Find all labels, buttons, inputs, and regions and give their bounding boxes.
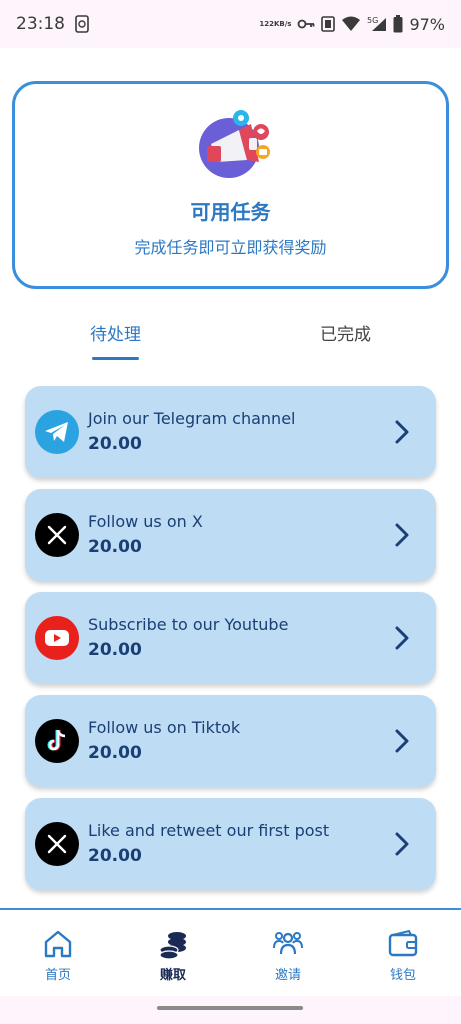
bottom-navigation: 首页 赚取 邀请 钱包 <box>0 908 461 996</box>
svg-text:5G: 5G <box>367 16 378 25</box>
youtube-icon <box>35 616 79 660</box>
nav-label: 邀请 <box>274 968 301 983</box>
battery-percent: 97% <box>409 14 445 34</box>
x-icon <box>35 513 79 557</box>
x-icon <box>35 822 79 866</box>
status-bar: 23:18 122 KB/s 5G 97% <box>0 0 461 48</box>
gesture-area <box>0 996 461 1024</box>
task-reward: 20.00 <box>88 846 142 866</box>
card-subtitle: 完成任务即可立即获得奖励 <box>134 238 327 257</box>
home-gesture-bar[interactable] <box>157 1006 303 1010</box>
coins-icon <box>159 932 186 960</box>
task-title: Follow us on X <box>88 512 203 531</box>
nav-label: 赚取 <box>159 968 186 983</box>
wifi-icon <box>341 16 361 32</box>
users-icon <box>273 932 303 955</box>
chevron-right-icon <box>395 523 409 547</box>
task-title: Follow us on Tiktok <box>88 718 241 737</box>
tab-pending[interactable]: 待处理 <box>90 320 141 345</box>
task-reward: 20.00 <box>88 743 142 763</box>
megaphone-icon <box>193 104 273 184</box>
phone-sync-icon <box>75 15 89 33</box>
nav-label: 钱包 <box>389 968 416 983</box>
task-title: Subscribe to our Youtube <box>88 615 289 634</box>
home-icon <box>44 930 72 958</box>
task-item-tiktok[interactable]: Follow us on Tiktok 20.00 <box>25 695 436 787</box>
tab-completed[interactable]: 已完成 <box>320 320 371 345</box>
task-item-x-follow[interactable]: Follow us on X 20.00 <box>25 489 436 581</box>
available-tasks-card: 可用任务 完成任务即可立即获得奖励 <box>12 81 449 289</box>
nav-earn[interactable]: 赚取 <box>133 928 213 983</box>
task-title: Join our Telegram channel <box>88 409 296 428</box>
battery-icon <box>393 15 403 33</box>
task-reward: 20.00 <box>88 434 142 454</box>
task-item-x-retweet[interactable]: Like and retweet our first post 20.00 <box>25 798 436 890</box>
chevron-right-icon <box>395 832 409 856</box>
task-title: Like and retweet our first post <box>88 821 330 840</box>
chevron-right-icon <box>395 626 409 650</box>
net-speed: 122 KB/s <box>259 20 292 28</box>
cellular-signal-icon: 5G <box>367 16 387 32</box>
task-item-telegram[interactable]: Join our Telegram channel 20.00 <box>25 386 436 478</box>
task-reward: 20.00 <box>88 640 142 660</box>
vpn-key-icon <box>297 18 315 30</box>
telegram-icon <box>35 410 79 454</box>
nfc-icon <box>321 16 336 32</box>
task-item-youtube[interactable]: Subscribe to our Youtube 20.00 <box>25 592 436 684</box>
tab-active-indicator <box>92 357 139 360</box>
wallet-icon <box>388 929 418 957</box>
nav-home[interactable]: 首页 <box>18 928 98 983</box>
task-tabs: 待处理 已完成 <box>0 318 461 364</box>
chevron-right-icon <box>395 420 409 444</box>
card-title: 可用任务 <box>190 200 271 224</box>
task-reward: 20.00 <box>88 537 142 557</box>
nav-wallet[interactable]: 钱包 <box>363 928 443 983</box>
chevron-right-icon <box>395 729 409 753</box>
nav-label: 首页 <box>44 968 71 983</box>
nav-invite[interactable]: 邀请 <box>248 928 328 983</box>
status-time: 23:18 <box>16 14 65 34</box>
tiktok-icon <box>35 719 79 763</box>
